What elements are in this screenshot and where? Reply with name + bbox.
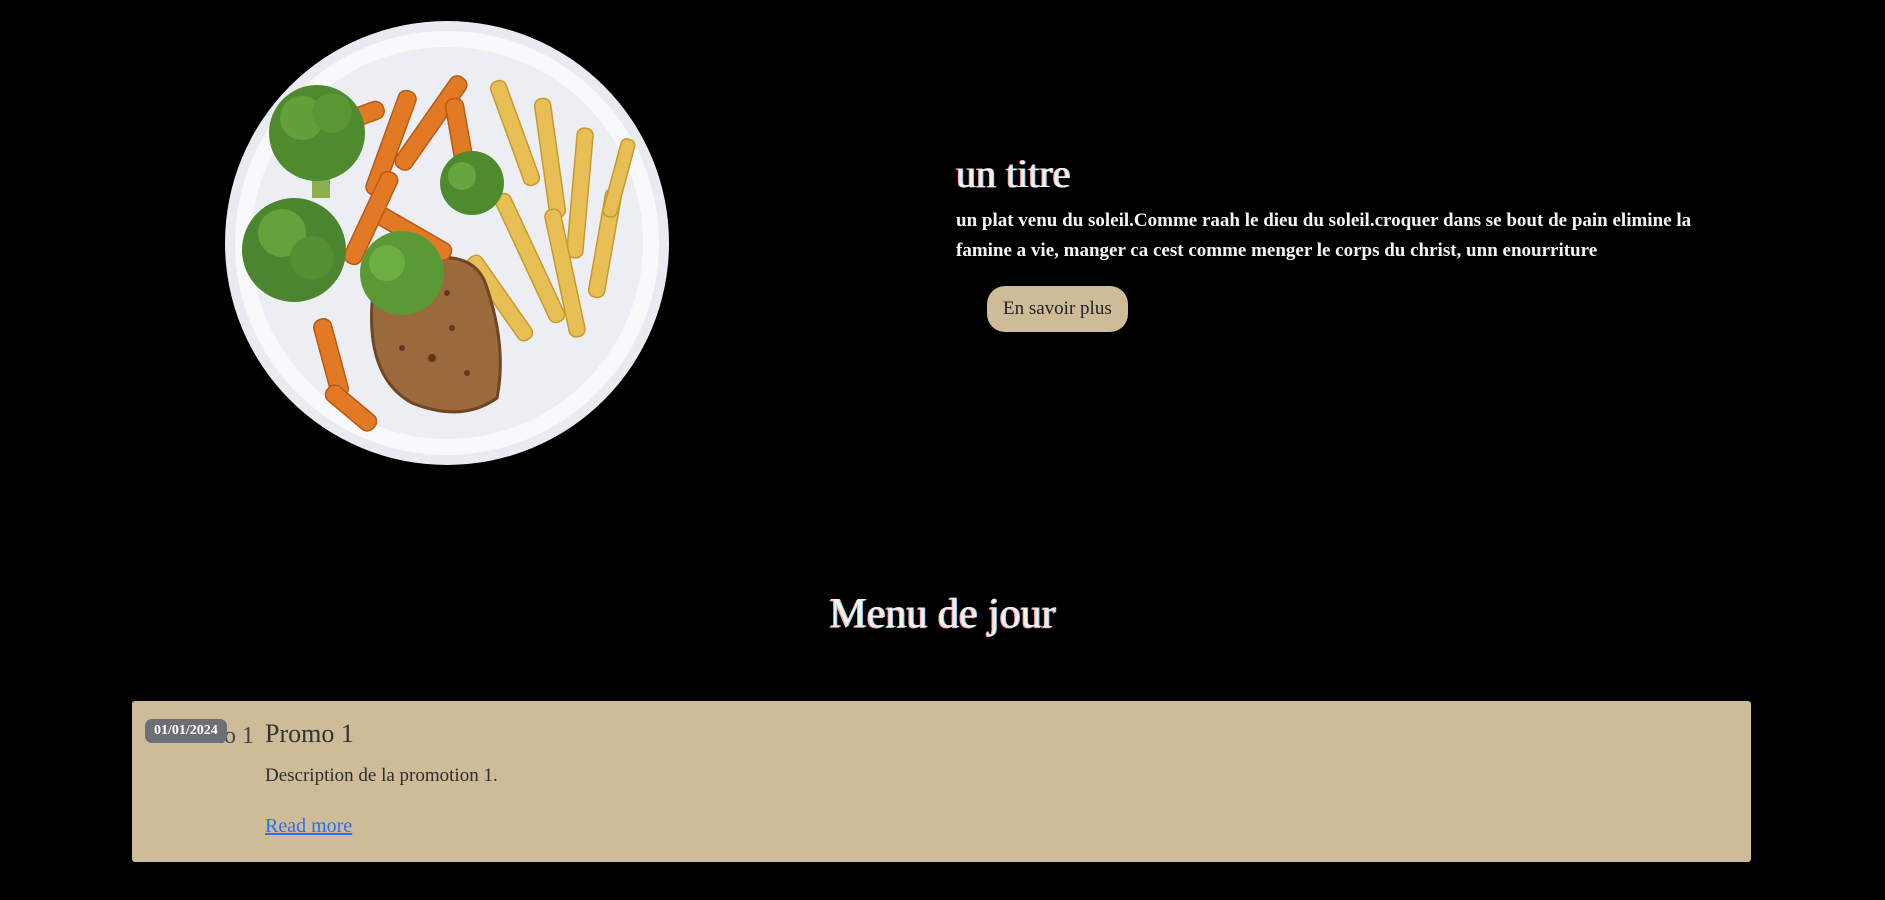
hero-description: un plat venu du soleil.Comme raah le die…: [956, 210, 1692, 261]
plate-of-food-image: [225, 21, 669, 465]
promo-card: Promo 1 01/01/2024 Promo 1 Description d…: [132, 701, 1751, 862]
hero-text-block: un titre un plat venu du soleil.Comme ra…: [956, 150, 1736, 332]
hero-title: un titre: [956, 151, 1071, 196]
promo-description: Description de la promotion 1.: [265, 765, 498, 786]
promo-date-badge: 01/01/2024: [145, 719, 227, 743]
promo-read-more-link[interactable]: Read more: [265, 815, 352, 838]
menu-section-title: Menu de jour: [829, 591, 1056, 637]
promo-title: Promo 1: [265, 719, 354, 748]
learn-more-button[interactable]: En savoir plus: [987, 286, 1128, 332]
